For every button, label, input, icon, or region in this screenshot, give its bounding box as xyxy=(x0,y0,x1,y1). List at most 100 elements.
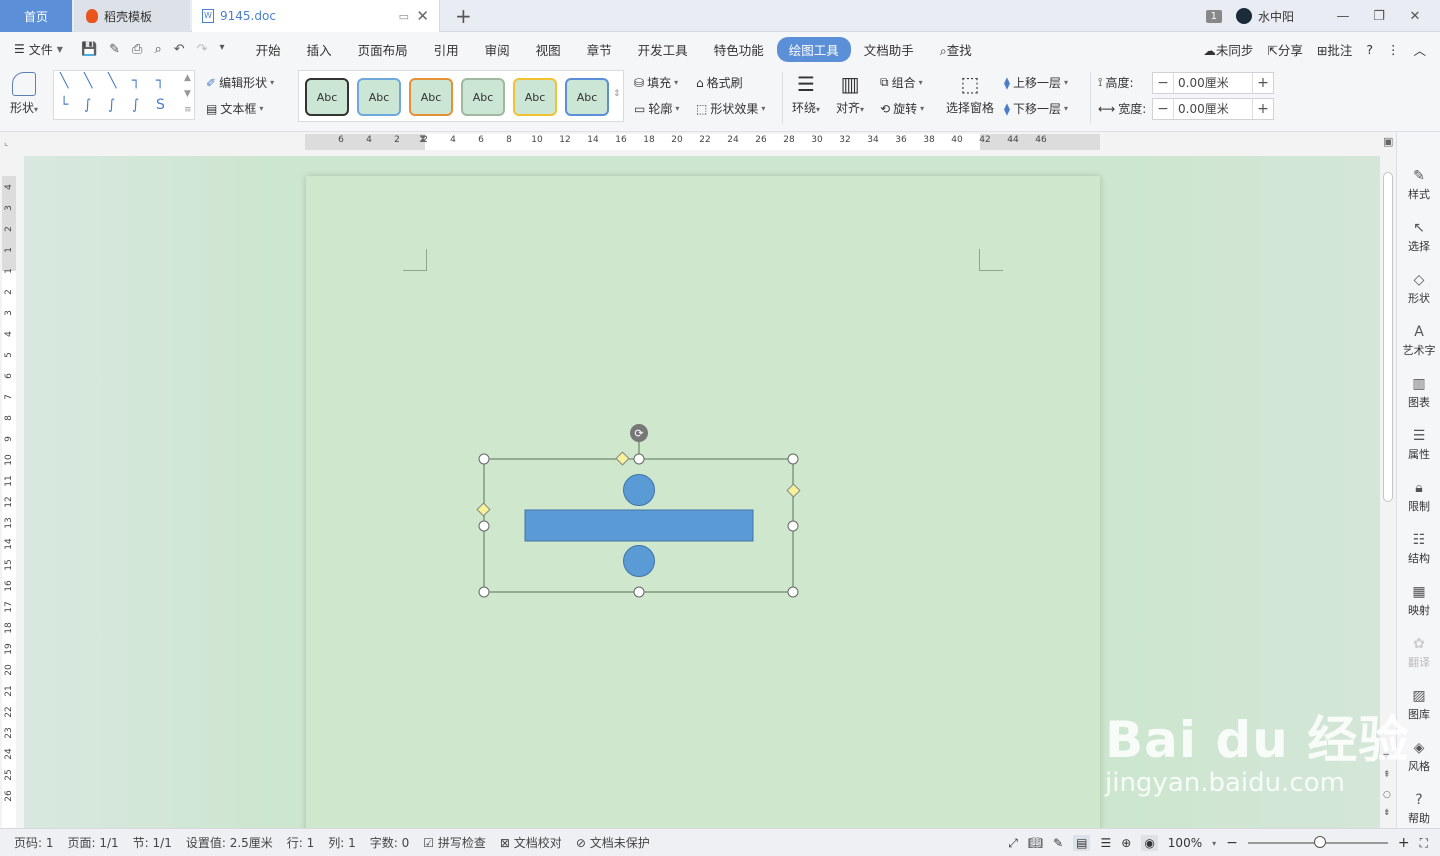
width-increase-icon[interactable]: + xyxy=(1253,101,1273,117)
menu-features[interactable]: 特色功能 xyxy=(701,40,777,59)
reading-mode-icon[interactable]: 📖︎ xyxy=(1028,836,1043,850)
customize-icon[interactable]: ▾ xyxy=(220,42,225,57)
height-value[interactable]: 0.00厘米 xyxy=(1173,73,1253,93)
zoom-slider[interactable] xyxy=(1247,836,1388,848)
window-count-badge[interactable]: 1 xyxy=(1205,9,1222,23)
outline-view-icon[interactable]: ☰ xyxy=(1100,836,1111,850)
tab-templates[interactable]: 稻壳模板 xyxy=(74,0,190,32)
fill-button[interactable]: ⛁ 填充 ▾ xyxy=(634,74,678,91)
menu-doc-assistant[interactable]: 文档助手 xyxy=(851,40,927,59)
resize-handle-se[interactable] xyxy=(787,586,799,598)
panel-properties[interactable]: ☰ 属性 xyxy=(1397,428,1440,462)
protection-status[interactable]: ⊘ 文档未保护 xyxy=(576,834,650,851)
edit-shape-button[interactable]: ✐ 编辑形状 ▾ xyxy=(206,74,274,91)
bring-forward-button[interactable]: ⧫ 上移一层 ▾ xyxy=(1004,74,1068,91)
more-icon[interactable]: ⋮ xyxy=(1387,42,1400,57)
comment-button[interactable]: ⊞批注 xyxy=(1317,40,1353,59)
menu-references[interactable]: 引用 xyxy=(421,40,472,59)
minimize-icon[interactable]: — xyxy=(1332,9,1354,24)
width-decrease-icon[interactable]: − xyxy=(1153,101,1173,117)
close-window-icon[interactable]: ✕ xyxy=(1404,9,1426,24)
status-word-count[interactable]: 字数: 0 xyxy=(370,834,410,851)
arrow-line-icon[interactable]: ╲ xyxy=(84,73,92,89)
division-bar[interactable] xyxy=(524,509,754,542)
zoom-dropdown-icon[interactable]: ▾ xyxy=(1212,839,1216,848)
adjust-handle-left[interactable] xyxy=(476,502,491,517)
shape-effect-button[interactable]: ⬚ 形状效果 ▾ xyxy=(696,100,765,117)
document-page[interactable]: ⟳ xyxy=(306,176,1100,828)
status-setting-value[interactable]: 设置值: 2.5厘米 xyxy=(186,834,273,851)
curved-connector-icon[interactable]: ∫ xyxy=(84,97,91,113)
resize-handle-nw[interactable] xyxy=(478,453,490,465)
panel-style[interactable]: ✎ 样式 xyxy=(1397,168,1440,202)
fullscreen-icon[interactable]: ⤢ xyxy=(1008,836,1018,851)
fit-window-icon[interactable]: ⛶ xyxy=(1420,836,1428,851)
status-pages[interactable]: 页面: 1/1 xyxy=(68,834,119,851)
indent-marker-icon[interactable]: ⧗ xyxy=(419,132,427,146)
ruler-toggle-icon[interactable]: ▣ xyxy=(1383,135,1393,148)
resize-handle-n[interactable] xyxy=(633,453,645,465)
close-tab-icon[interactable]: ✕ xyxy=(416,7,429,25)
menu-developer[interactable]: 开发工具 xyxy=(625,40,701,59)
save-icon[interactable]: 💾 xyxy=(81,42,97,57)
wrap-button[interactable]: ☰ 环绕▾ xyxy=(792,72,820,116)
gallery-up-icon[interactable]: ▲ xyxy=(184,73,191,83)
file-menu[interactable]: ☰ 文件 ▼ xyxy=(14,41,63,58)
restore-icon[interactable]: ❐ xyxy=(1368,9,1390,24)
help-icon[interactable]: ? xyxy=(1366,42,1373,57)
panel-wordart[interactable]: A 艺术字 xyxy=(1397,324,1440,358)
resize-handle-w[interactable] xyxy=(478,520,490,532)
panel-shape[interactable]: ◇ 形状 xyxy=(1397,272,1440,306)
adjust-handle-right[interactable] xyxy=(786,483,801,498)
resize-handle-ne[interactable] xyxy=(787,453,799,465)
width-stepper[interactable]: − 0.00厘米 + xyxy=(1152,98,1274,120)
menu-insert[interactable]: 插入 xyxy=(294,40,345,59)
zoom-in-icon[interactable]: + xyxy=(1398,835,1410,851)
menu-page-layout[interactable]: 页面布局 xyxy=(345,40,421,59)
panel-mapping[interactable]: ▦ 映射 xyxy=(1397,584,1440,618)
collapse-ribbon-icon[interactable]: ︿ xyxy=(1413,40,1426,59)
page-view-icon[interactable]: ▤ xyxy=(1073,835,1091,851)
gallery-down-icon[interactable]: ▼ xyxy=(184,89,191,99)
scrollbar-thumb[interactable] xyxy=(1383,172,1393,502)
selection-pane-button[interactable]: ⬚ 选择窗格 xyxy=(946,72,994,116)
resize-handle-sw[interactable] xyxy=(478,586,490,598)
panel-translate[interactable]: ✿ 翻译 xyxy=(1397,636,1440,670)
tab-document[interactable]: W 9145.doc ▭ ✕ xyxy=(192,0,440,32)
adjust-handle-top[interactable] xyxy=(615,451,630,466)
menu-start[interactable]: 开始 xyxy=(243,40,294,59)
elbow-arrow-connector-icon[interactable]: ┐ xyxy=(156,73,164,89)
shape-style-1[interactable]: Abc xyxy=(305,78,349,116)
share-button[interactable]: ⇱分享 xyxy=(1267,40,1303,59)
resize-handle-s[interactable] xyxy=(633,586,645,598)
status-column[interactable]: 列: 1 xyxy=(328,834,356,851)
sync-status[interactable]: ☁未同步 xyxy=(1203,40,1253,59)
align-button[interactable]: ▥ 对齐▾ xyxy=(836,72,864,116)
group-button[interactable]: ⧉ 组合 ▾ xyxy=(880,74,923,91)
status-page-number[interactable]: 页码: 1 xyxy=(14,834,54,851)
textbox-button[interactable]: ▤ 文本框 ▾ xyxy=(206,100,263,117)
panel-chart[interactable]: ▥ 图表 xyxy=(1397,376,1440,410)
panel-select[interactable]: ↖ 选择 xyxy=(1397,220,1440,254)
freeform-curve-icon[interactable]: S xyxy=(156,97,165,113)
undo-icon[interactable]: ↶ xyxy=(174,42,185,57)
edit-mode-icon[interactable]: ✎ xyxy=(1053,836,1063,850)
print-preview-icon[interactable]: ⌕ xyxy=(154,42,161,57)
menu-section[interactable]: 章节 xyxy=(574,40,625,59)
panel-restrict[interactable]: 🔒︎ 限制 xyxy=(1397,480,1440,514)
shape-style-4[interactable]: Abc xyxy=(461,78,505,116)
zoom-level[interactable]: 100% xyxy=(1168,836,1202,850)
shape-button[interactable]: 形状▾ xyxy=(10,72,38,116)
height-stepper[interactable]: − 0.00厘米 + xyxy=(1152,72,1274,94)
print-icon[interactable]: ⎙ xyxy=(132,42,142,57)
search-command[interactable]: ⌕查找 xyxy=(927,40,985,59)
gallery-expand-icon[interactable]: ≡ xyxy=(184,105,192,115)
double-arrow-line-icon[interactable]: ╲ xyxy=(108,73,116,89)
height-increase-icon[interactable]: + xyxy=(1253,75,1273,91)
zoom-slider-knob[interactable] xyxy=(1313,836,1326,848)
line-icon[interactable]: ╲ xyxy=(60,73,68,89)
style-gallery-expand-icon[interactable]: ⇕ xyxy=(613,89,621,99)
outline-button[interactable]: ▭ 轮廓 ▾ xyxy=(634,100,679,117)
elbow-double-arrow-icon[interactable]: └ xyxy=(60,97,68,113)
elbow-connector-icon[interactable]: ┐ xyxy=(132,73,140,89)
